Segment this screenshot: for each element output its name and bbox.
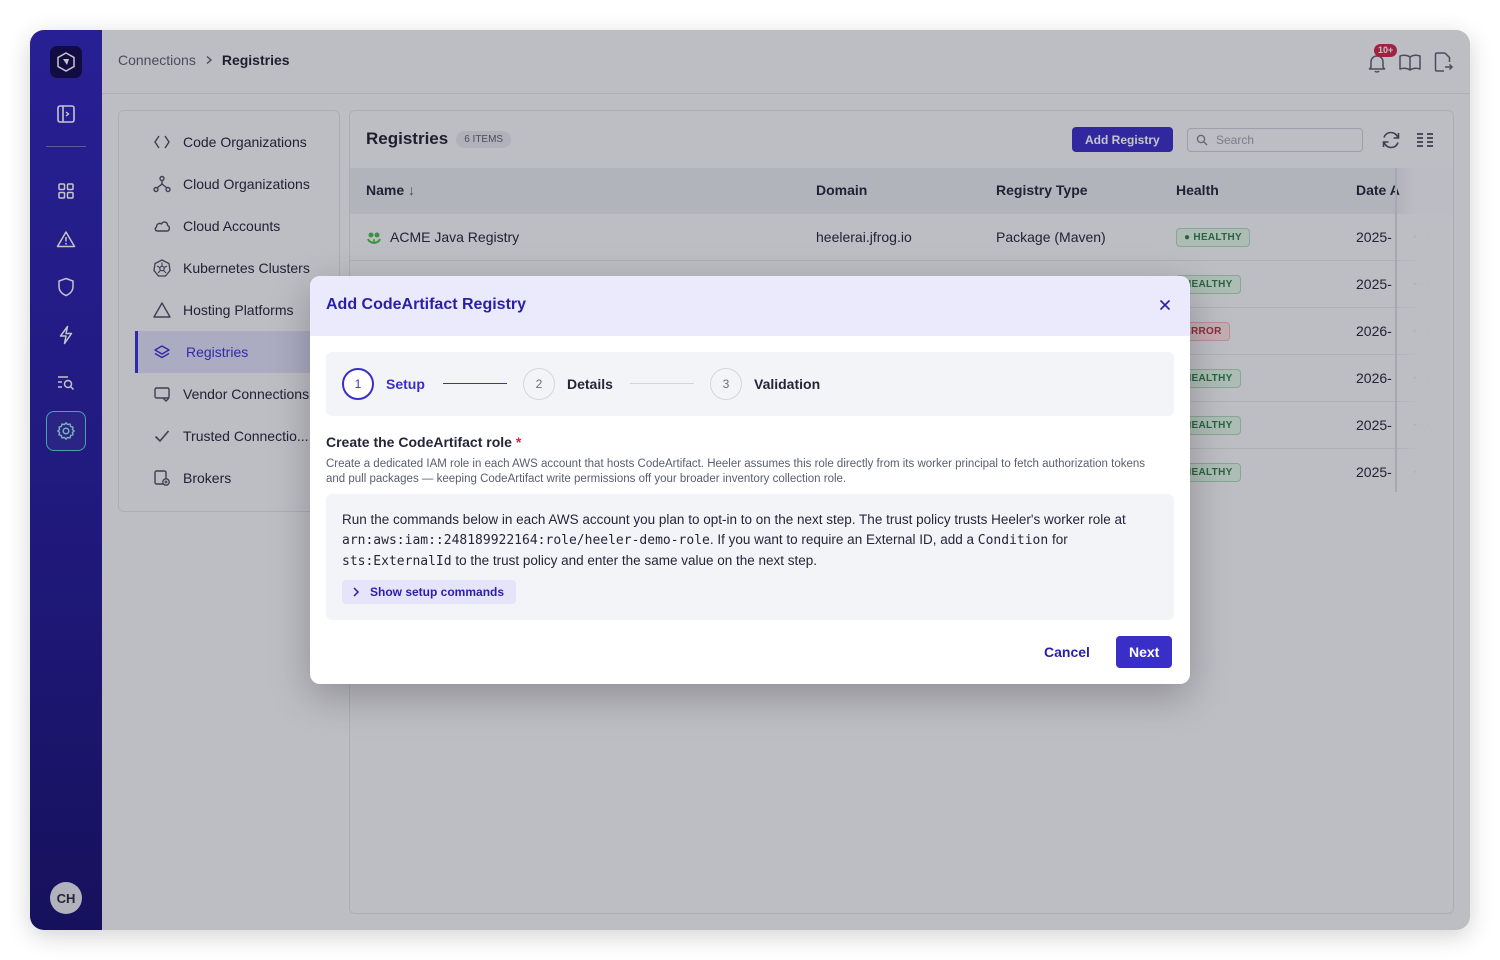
app-window: CH Connections Registries 10+ Code Organ… <box>30 30 1470 930</box>
role-arn: arn:aws:iam::248189922164:role/heeler-de… <box>342 533 710 548</box>
next-button[interactable]: Next <box>1116 636 1173 668</box>
step-setup[interactable]: 1 Setup <box>342 368 425 400</box>
info-text: . If you want to require an External ID,… <box>709 532 978 547</box>
condition-code: Condition <box>977 533 1049 548</box>
step-connector <box>630 383 694 384</box>
step-number: 2 <box>523 368 555 400</box>
stepper: 1 Setup 2 Details 3 Validation <box>326 352 1174 416</box>
step-label: Setup <box>386 376 425 392</box>
modal-header: Add CodeArtifact Registry <box>310 276 1190 336</box>
required-mark: * <box>515 434 522 450</box>
external-id-code: sts:ExternalId <box>342 554 452 569</box>
step-label: Details <box>567 376 613 392</box>
info-text: Run the commands below in each AWS accou… <box>342 512 1126 527</box>
step-connector-complete <box>443 383 507 384</box>
section-title: Create the CodeArtifact role * <box>326 434 521 450</box>
cancel-button[interactable]: Cancel <box>1032 636 1102 668</box>
section-title-text: Create the CodeArtifact role <box>326 434 512 450</box>
close-icon[interactable] <box>1156 296 1174 314</box>
step-validation[interactable]: 3 Validation <box>710 368 820 400</box>
info-text: to the trust policy and enter the same v… <box>451 553 818 568</box>
step-number: 1 <box>342 368 374 400</box>
show-setup-commands-button[interactable]: Show setup commands <box>342 580 517 604</box>
chevron-right-icon <box>353 587 360 597</box>
add-registry-modal: Add CodeArtifact Registry 1 Setup 2 Deta… <box>310 276 1190 684</box>
step-details[interactable]: 2 Details <box>523 368 613 400</box>
modal-title: Add CodeArtifact Registry <box>326 296 527 313</box>
step-label: Validation <box>754 376 821 392</box>
info-text: for <box>1048 532 1068 547</box>
instructions-box: Run the commands below in each AWS accou… <box>326 494 1174 620</box>
show-commands-label: Show setup commands <box>370 585 505 599</box>
step-number: 3 <box>710 368 742 400</box>
section-description: Create a dedicated IAM role in each AWS … <box>326 458 1146 485</box>
